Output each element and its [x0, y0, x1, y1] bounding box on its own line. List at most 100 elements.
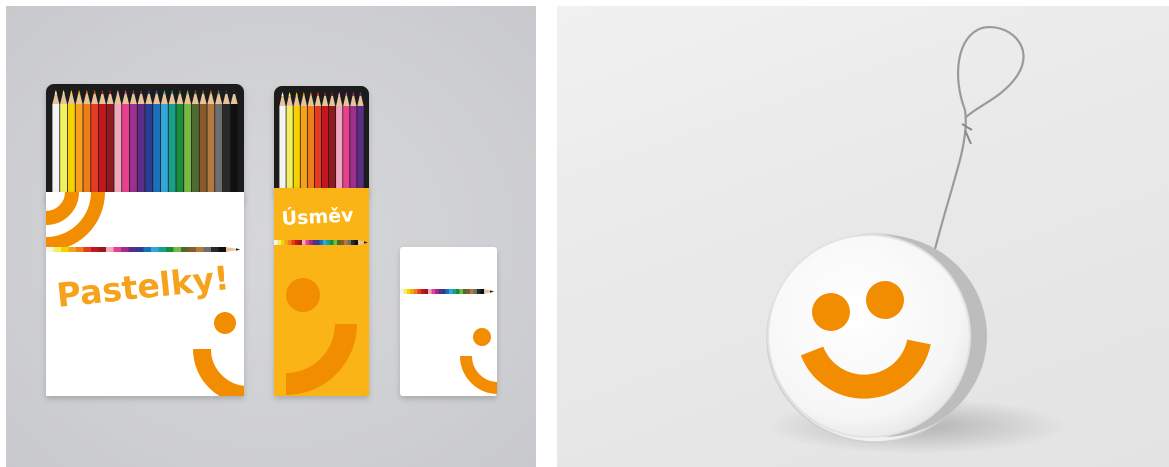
pencil — [343, 92, 350, 200]
stripe-segment — [431, 289, 436, 294]
stripe-segment — [46, 247, 54, 252]
pencil-stripe-tall — [274, 240, 368, 245]
stripe-segment — [323, 240, 327, 245]
stripe-segment — [414, 289, 418, 294]
pencil — [307, 92, 315, 200]
pencil — [176, 90, 184, 206]
pencil-stripe-large — [46, 247, 240, 252]
pencil — [67, 90, 75, 206]
pencil — [321, 92, 329, 200]
stripe-segment — [410, 289, 415, 294]
pencil — [129, 90, 137, 206]
stripe-segment — [158, 247, 167, 252]
stripe-segment — [218, 247, 227, 252]
stripe-segment — [98, 247, 107, 252]
pencil — [207, 90, 215, 206]
stripe-segment — [128, 247, 137, 252]
pencil — [145, 90, 153, 206]
stripe-segment — [470, 289, 474, 294]
stripe-segment — [403, 289, 408, 294]
stripe-segment — [302, 240, 306, 245]
pencil — [91, 90, 99, 206]
pencil — [328, 92, 336, 200]
pencil — [106, 90, 114, 206]
yoyo-front-face — [768, 235, 970, 437]
small-card — [400, 247, 497, 396]
pencil — [230, 90, 238, 206]
pencil — [168, 90, 176, 206]
stripe-segment — [305, 240, 310, 245]
stripe-segment — [428, 289, 432, 294]
pencil — [279, 92, 286, 200]
stripe-segment — [424, 289, 429, 294]
stripe-segment — [312, 240, 317, 245]
stripe-segment — [480, 289, 485, 294]
stripe-segment — [113, 247, 122, 252]
stripe-segment — [351, 240, 355, 245]
smile-eye-tall — [286, 278, 320, 312]
stripe-segment — [442, 289, 446, 294]
stripe-segment — [188, 247, 197, 252]
stripe-segment — [281, 240, 285, 245]
pencil — [314, 92, 322, 200]
pencil-packaging-illustration: Pastelky! Úsměv — [46, 84, 497, 396]
stripe-segment — [400, 289, 404, 294]
pencil-packaging-panel: Pastelky! Úsměv — [6, 6, 536, 467]
stripe-segment — [473, 289, 478, 294]
pencil — [83, 90, 91, 206]
pencil — [357, 92, 364, 200]
pencil — [222, 90, 230, 206]
pencil — [137, 90, 145, 206]
stripe-segment — [417, 289, 422, 294]
stripe-segment — [463, 289, 467, 294]
stripe-segment — [106, 247, 114, 252]
pencil — [184, 90, 192, 206]
stripe-segment — [181, 247, 189, 252]
stripe-segment — [91, 247, 99, 252]
stripe-segment — [76, 247, 84, 252]
smile-eye-large — [214, 312, 236, 334]
pencil — [215, 90, 223, 206]
stripe-segment — [466, 289, 471, 294]
stripe-segment — [173, 247, 182, 252]
stripe-segment — [421, 289, 425, 294]
stripe-segment — [330, 240, 334, 245]
stripe-segment — [298, 240, 303, 245]
stripe-segment — [316, 240, 320, 245]
stripe-segment — [143, 247, 152, 252]
stripe-segment — [449, 289, 453, 294]
stripe-segment — [347, 240, 352, 245]
stripe-segment — [435, 289, 439, 294]
stripe-segment — [456, 289, 460, 294]
stripe-segment — [319, 240, 324, 245]
stripe-segment — [407, 289, 411, 294]
stripe-segment — [337, 240, 341, 245]
stripe-segment — [354, 240, 359, 245]
stripe-segment — [61, 247, 69, 252]
stripe-segment — [477, 289, 481, 294]
stripe-segment — [83, 247, 92, 252]
pencil — [350, 92, 357, 200]
pencil — [114, 90, 122, 206]
stripe-segment — [340, 240, 345, 245]
stripe-segment — [333, 240, 338, 245]
stripe-segment — [211, 247, 219, 252]
stripe-segment — [291, 240, 296, 245]
stripe-segment — [295, 240, 299, 245]
pencil — [160, 90, 168, 206]
yoyo-illustration — [766, 25, 1067, 454]
stripe-segment — [445, 289, 450, 294]
stripe-segment — [166, 247, 174, 252]
stripe-segment — [151, 247, 159, 252]
stripe-segment — [326, 240, 331, 245]
stripe-segment — [196, 247, 204, 252]
pencil — [98, 90, 106, 206]
pencil — [199, 90, 207, 206]
pencil — [52, 90, 60, 206]
stripe-segment — [309, 240, 313, 245]
stripe-segment — [121, 247, 129, 252]
yoyo-right-eye — [866, 281, 904, 319]
yoyo-string-loop — [956, 25, 1025, 119]
pencil — [60, 90, 68, 206]
pencil — [293, 92, 300, 200]
